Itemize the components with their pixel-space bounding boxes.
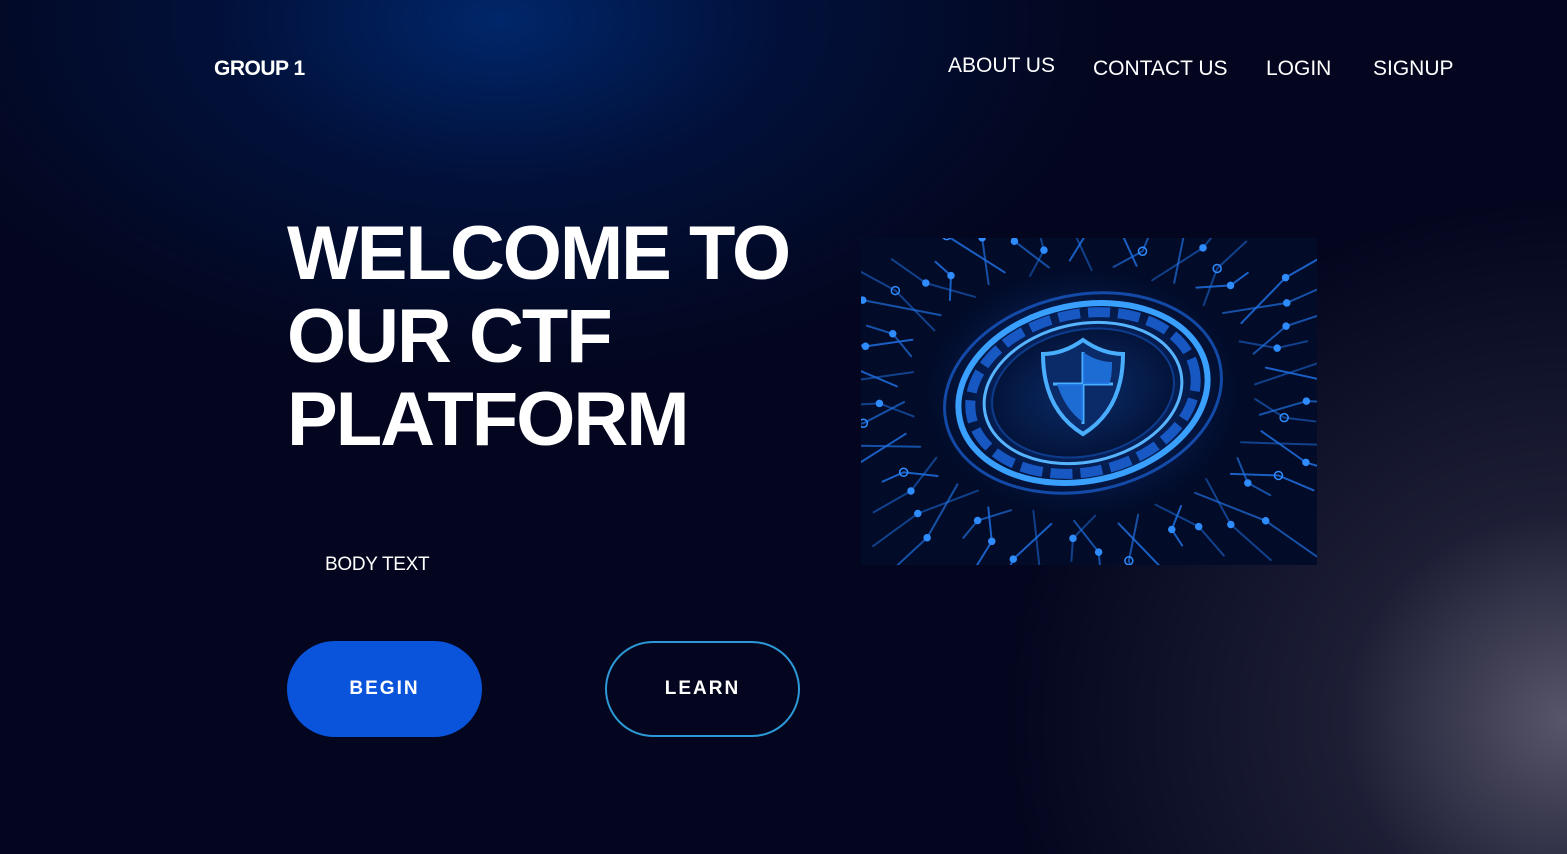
begin-button-label: BEGIN — [349, 678, 420, 699]
nav-contact-us[interactable]: CONTACT US — [1093, 56, 1228, 82]
circuit-pad — [922, 279, 930, 287]
circuit-pad — [1227, 520, 1235, 529]
circuit-pad — [1010, 238, 1019, 245]
circuit-pad — [923, 533, 931, 542]
circuit-pad — [1194, 522, 1203, 531]
hero-title: WELCOME TO OUR CTF PLATFORM — [287, 212, 827, 461]
brand-logo[interactable]: GROUP 1 — [214, 56, 305, 82]
hero-image — [861, 238, 1317, 565]
circuit-pad — [861, 296, 867, 304]
circuit-pad — [875, 399, 884, 408]
circuit-pad — [1199, 244, 1207, 252]
circuit-pad — [1009, 555, 1018, 563]
circuit-pad — [907, 487, 915, 495]
learn-button-label: LEARN — [664, 678, 741, 699]
circuit-pad — [1069, 534, 1077, 543]
circuit-pad — [978, 238, 986, 242]
nav-login[interactable]: LOGIN — [1266, 56, 1331, 82]
circuit-pad — [1282, 322, 1290, 330]
hero-title-line-3: PLATFORM — [287, 377, 690, 462]
circuit-pad — [947, 271, 955, 280]
circuit-pad — [1168, 525, 1176, 534]
circuit-pad — [1094, 548, 1103, 556]
learn-button[interactable]: LEARN — [605, 641, 800, 737]
circuit-pad — [914, 509, 922, 518]
circuit-pad — [889, 330, 897, 338]
circuit-pad — [1302, 458, 1310, 467]
circuit-pad — [988, 537, 996, 546]
circuit-pad — [1283, 299, 1291, 307]
hero-title-line-1: WELCOME TO — [287, 211, 791, 296]
begin-button[interactable]: BEGIN — [287, 641, 482, 737]
circuit-pad — [1244, 479, 1252, 487]
hero-title-line-2: OUR CTF — [287, 294, 613, 379]
hero-body-text: BODY TEXT — [325, 554, 430, 575]
circuit-pad — [1273, 344, 1281, 352]
circuit-pad — [1302, 397, 1311, 405]
circuit-pad — [1226, 281, 1235, 290]
circuit-pad — [1281, 273, 1290, 282]
circuit-pad — [1261, 517, 1270, 525]
circuit-pad — [1040, 246, 1048, 254]
shield-circuit-icon — [861, 238, 1317, 565]
circuit-pad — [973, 516, 982, 525]
nav-signup[interactable]: SIGNUP — [1373, 56, 1454, 82]
circuit-pad — [861, 342, 870, 351]
nav-about-us[interactable]: ABOUT US — [948, 53, 1055, 79]
